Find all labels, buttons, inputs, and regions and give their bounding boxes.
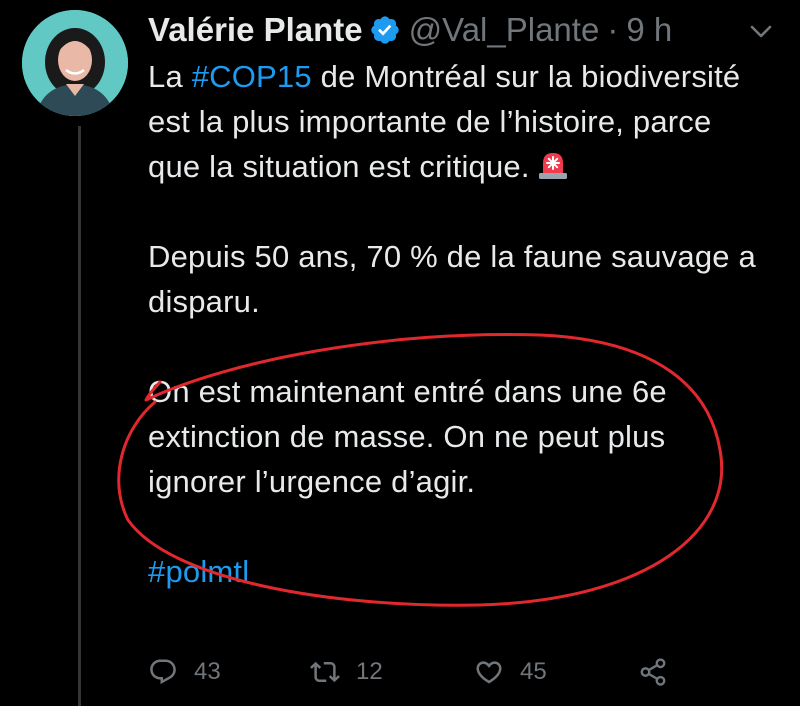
tweet-actions: 43 12 45 bbox=[148, 650, 708, 694]
reply-button[interactable]: 43 bbox=[148, 650, 221, 694]
verified-badge-icon bbox=[369, 14, 401, 46]
siren-emoji-icon bbox=[534, 147, 572, 183]
tweet-text: La #COP15 de Montréal sur la biodiversit… bbox=[148, 54, 768, 594]
hashtag-polmtl-link[interactable]: #polmtl bbox=[148, 554, 249, 589]
paragraph-1-prefix: La bbox=[148, 59, 192, 94]
tweet-header: Valérie Plante @Val_Plante · 9 h bbox=[148, 6, 672, 54]
heart-icon bbox=[476, 661, 502, 684]
thread-line bbox=[78, 126, 81, 706]
reply-icon bbox=[150, 659, 176, 685]
more-options-icon[interactable] bbox=[748, 18, 774, 44]
retweet-button[interactable]: 12 bbox=[310, 650, 383, 694]
share-icon bbox=[640, 658, 666, 686]
retweet-icon bbox=[310, 661, 340, 683]
like-count: 45 bbox=[520, 658, 547, 685]
avatar[interactable] bbox=[22, 10, 128, 116]
paragraph-1: La #COP15 de Montréal sur la biodiversit… bbox=[148, 54, 768, 189]
timestamp[interactable]: 9 h bbox=[626, 11, 672, 49]
author-name[interactable]: Valérie Plante bbox=[148, 11, 363, 49]
author-handle[interactable]: @Val_Plante bbox=[409, 11, 600, 49]
paragraph-2: Depuis 50 ans, 70 % de la faune sauvage … bbox=[148, 239, 756, 319]
like-button[interactable]: 45 bbox=[474, 650, 547, 694]
reply-count: 43 bbox=[194, 658, 221, 685]
paragraph-4: #polmtl bbox=[148, 549, 768, 594]
paragraph-3: On est maintenant entré dans une 6e exti… bbox=[148, 374, 667, 499]
avatar-image bbox=[22, 10, 128, 116]
share-button[interactable] bbox=[638, 650, 684, 694]
hashtag-cop15-link[interactable]: #COP15 bbox=[192, 59, 312, 94]
retweet-count: 12 bbox=[356, 658, 383, 685]
separator-dot: · bbox=[607, 11, 619, 48]
